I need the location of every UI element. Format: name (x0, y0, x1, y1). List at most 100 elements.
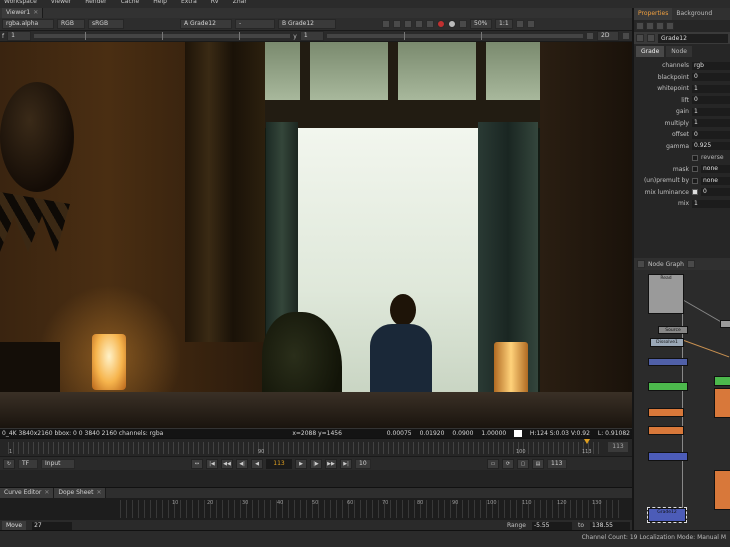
ratio-dropdown[interactable]: 1:1 (495, 19, 513, 29)
dope-sheet[interactable]: 10 20 30 40 50 60 70 80 90 100 110 120 1… (0, 498, 632, 520)
mask-dropdown[interactable]: none (701, 165, 730, 174)
mask-checkbox[interactable] (692, 166, 698, 173)
mix-luminance-field[interactable]: 0 (701, 188, 730, 197)
close-icon[interactable]: ✕ (44, 489, 49, 496)
knob-value[interactable]: rgb (692, 61, 730, 70)
safe-area-icon[interactable] (393, 20, 401, 28)
move-button[interactable]: Move (2, 521, 27, 530)
color-node[interactable] (714, 388, 730, 418)
viewer-image[interactable] (0, 42, 632, 428)
settings-icon[interactable] (622, 32, 630, 40)
step-field[interactable]: 10 (355, 458, 371, 469)
collapse-icon[interactable] (636, 34, 644, 42)
range-from-field[interactable]: -5.55 (531, 521, 572, 530)
tab-viewer1[interactable]: Viewer1 ✕ (2, 8, 44, 18)
gain-slider[interactable] (34, 32, 291, 40)
reverse-checkbox[interactable] (692, 154, 698, 161)
current-frame-field[interactable]: 113 (266, 458, 292, 469)
color-node[interactable] (648, 408, 684, 417)
input-operation-dropdown[interactable]: - (235, 19, 275, 29)
range-icon[interactable]: ↔ (191, 458, 203, 469)
clip-warning-icon[interactable] (426, 20, 434, 28)
node-name-field[interactable]: Grade12 (658, 33, 728, 43)
knob-value[interactable]: 0 (692, 73, 730, 82)
prev-keyframe-icon[interactable]: ◀| (236, 458, 248, 469)
tab-dope-sheet[interactable]: Dope Sheet ✕ (54, 488, 107, 498)
merge-node[interactable] (648, 358, 688, 366)
range-to-field[interactable]: 138.55 (590, 521, 630, 530)
menu-render[interactable]: Render (85, 0, 106, 8)
play-backward-icon[interactable]: ◀ (251, 458, 263, 469)
in-out-icon[interactable]: ▭ (487, 458, 499, 469)
jump-forward-icon[interactable]: ▶▶ (325, 458, 337, 469)
knob-value[interactable]: 1 (692, 119, 730, 128)
display-channels-dropdown[interactable]: RGB (57, 19, 85, 29)
clear-icon[interactable] (656, 22, 664, 30)
close-icon[interactable]: ✕ (33, 9, 38, 16)
merge-node[interactable] (648, 452, 688, 461)
unpremult-dropdown[interactable]: none (701, 176, 730, 185)
color-node[interactable] (648, 426, 684, 435)
knob-value[interactable]: 0.925 (692, 142, 730, 151)
read-node[interactable] (720, 320, 730, 328)
node-graph[interactable]: Read Source Dissolve1 Grade12 (634, 270, 730, 530)
move-field[interactable]: 27 (32, 521, 73, 530)
overlay-icon[interactable] (404, 20, 412, 28)
pause-icon[interactable] (459, 20, 467, 28)
input-b-dropdown[interactable]: B Grade12 (278, 19, 336, 29)
knob-value[interactable]: 1 (692, 107, 730, 116)
unpremult-checkbox[interactable] (692, 177, 698, 184)
grade-node[interactable] (648, 382, 688, 391)
menu-help[interactable]: Help (153, 0, 167, 8)
tab-node[interactable]: Node (666, 46, 692, 57)
float-panel-icon[interactable] (527, 20, 535, 28)
close-icon[interactable] (686, 260, 695, 268)
mix-field[interactable]: 1 (692, 199, 730, 208)
mask-icon[interactable] (415, 20, 423, 28)
menu-zhar[interactable]: Zhar (233, 0, 247, 8)
gamma-field[interactable]: 1 (299, 31, 324, 41)
tab-grade[interactable]: Grade (636, 46, 665, 57)
gain-field[interactable]: 1 (7, 31, 32, 41)
tab-node-graph[interactable]: Node Graph (648, 261, 684, 268)
menu-cache[interactable]: Cache (121, 0, 140, 8)
refresh-icon[interactable] (448, 20, 456, 28)
playhead-marker[interactable] (584, 439, 590, 444)
source-node[interactable]: Source (658, 326, 688, 334)
grade-node[interactable] (714, 376, 730, 386)
read-node[interactable]: Read (648, 274, 684, 314)
step-forward-end-icon[interactable]: ▶| (340, 458, 352, 469)
colorspace-dropdown[interactable]: sRGB (88, 19, 124, 29)
next-keyframe-icon[interactable]: |▶ (310, 458, 322, 469)
knob-value[interactable]: 0 (692, 130, 730, 139)
menu-viewer[interactable]: Viewer (51, 0, 71, 8)
fps-dropdown[interactable]: TF (18, 458, 38, 469)
frame-range-icon[interactable]: ↻ (3, 458, 15, 469)
play-forward-icon[interactable]: ▶ (295, 458, 307, 469)
menu-workspace[interactable]: Workspace (4, 0, 37, 8)
selected-node[interactable]: Grade12 (647, 507, 687, 523)
lock-range-icon[interactable]: ▢ (517, 458, 529, 469)
panel-menu-icon[interactable] (637, 260, 645, 268)
gamma-slider[interactable] (326, 32, 583, 40)
timeline-end-field[interactable]: 113 (608, 442, 628, 452)
lock-icon[interactable] (646, 22, 654, 30)
flipbook-icon[interactable]: ▤ (532, 458, 544, 469)
loop-icon[interactable]: ⟳ (502, 458, 514, 469)
menu-extra[interactable]: Extra (181, 0, 197, 8)
timeline[interactable]: 1 90 100 113 113 (0, 438, 632, 456)
timeline-ruler[interactable] (8, 442, 600, 454)
roi-toggle-icon[interactable] (586, 32, 594, 40)
float-icon[interactable] (666, 22, 674, 30)
knob-value[interactable]: 0 (692, 96, 730, 105)
tab-background[interactable]: Background (672, 8, 716, 20)
zoom-dropdown[interactable]: 50% (470, 19, 492, 29)
lock-icon[interactable] (516, 20, 524, 28)
menu-rv[interactable]: RV (211, 0, 219, 8)
step-back-start-icon[interactable]: |◀ (206, 458, 218, 469)
close-icon[interactable]: ✕ (96, 489, 101, 496)
input-a-dropdown[interactable]: A Grade12 (180, 19, 232, 29)
roi-icon[interactable] (382, 20, 390, 28)
input-range-dropdown[interactable]: Input (41, 458, 75, 469)
tab-properties[interactable]: Properties (634, 8, 673, 20)
